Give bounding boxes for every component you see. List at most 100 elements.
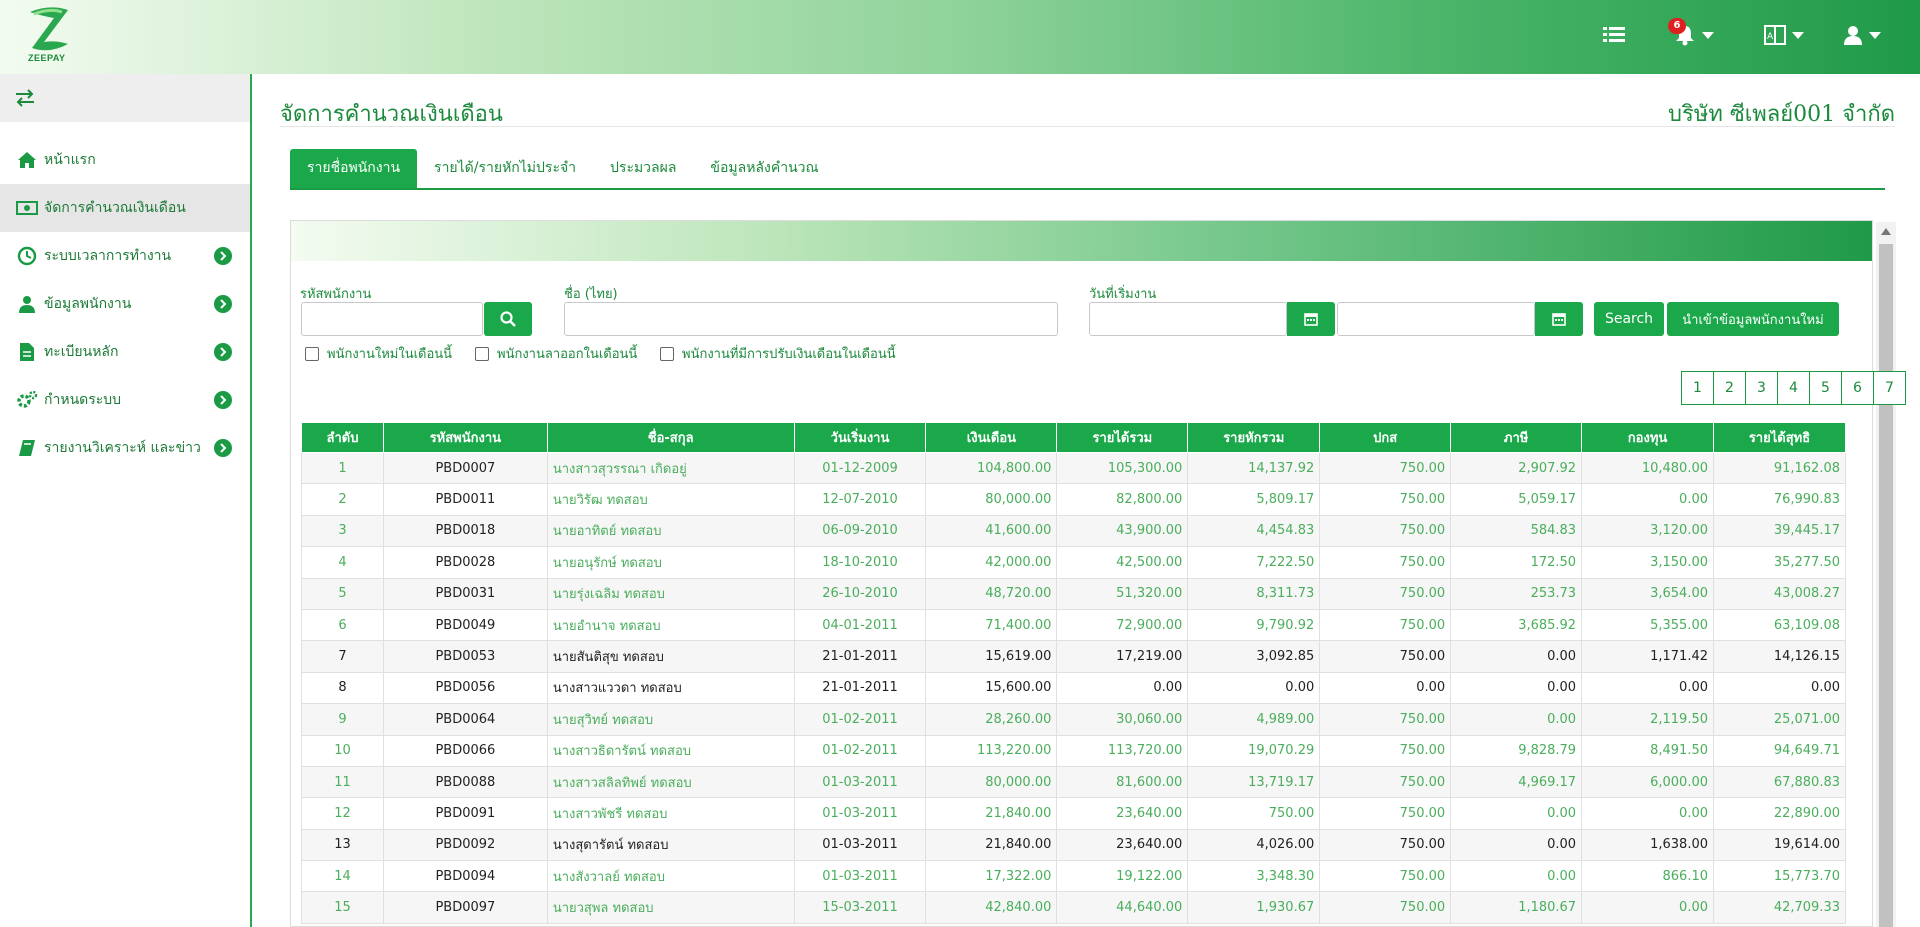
chevron-right-icon	[214, 439, 232, 457]
column-header[interactable]: ชื่อ-สกุล	[546, 422, 795, 453]
salary-cell: 17,322.00	[925, 860, 1058, 893]
employee-code-cell: PBD0031	[382, 577, 548, 610]
page-button[interactable]: 5	[1809, 371, 1842, 405]
employee-name-cell[interactable]: นายอำนาจ ทดสอบ	[546, 608, 795, 642]
salary-cell: 113,220.00	[925, 734, 1058, 767]
column-header[interactable]: รายได้รวม	[1056, 422, 1189, 453]
table-row[interactable]: 4 PBD0028 นายอนุรักษ์ ทดสอบ 18-10-2010 42,00…	[301, 546, 1846, 579]
checkbox-box[interactable]	[475, 346, 489, 361]
resigned-employees-checkbox[interactable]: พนักงานลาออกในเดือนนี้	[475, 343, 637, 364]
name-input[interactable]	[564, 302, 1058, 336]
tab-employee-list[interactable]: รายชื่อพนักงาน	[290, 149, 418, 188]
table-row[interactable]: 14 PBD0094 นางสังวาลย์ ทดสอบ 01-03-2011 17,3…	[301, 860, 1846, 893]
employee-name-cell[interactable]: นายวิรัฒ ทดสอบ	[546, 483, 795, 516]
table-row[interactable]: 3 PBD0018 นายอาทิตย์ ทดสอบ 06-09-2010 41,600…	[301, 514, 1846, 548]
sidebar-item-payroll[interactable]: จัดการคำนวณเงินเดือน	[0, 184, 250, 232]
page-button[interactable]: 1	[1681, 371, 1714, 405]
column-header[interactable]: รหัสพนักงาน	[382, 422, 548, 453]
checkbox-box[interactable]	[660, 346, 674, 361]
sidebar-item-time-system[interactable]: ระบบเวลาการทำงาน	[0, 232, 250, 280]
new-employees-checkbox[interactable]: พนักงานใหม่ในเดือนนี้	[305, 343, 452, 364]
date-to-input[interactable]	[1337, 302, 1535, 336]
employee-name-cell[interactable]: นางสุดารัตน์ ทดสอบ	[546, 828, 795, 862]
vertical-scrollbar[interactable]	[1876, 222, 1896, 927]
table-row[interactable]: 5 PBD0031 นายรุ่งเฉลิม ทดสอบ 26-10-2010 48,7…	[301, 577, 1846, 610]
sidebar-item-label: ข้อมูลพนักงาน	[44, 296, 132, 312]
employee-name-cell[interactable]: นายสันติสุข ทดสอบ	[546, 640, 795, 673]
table-row[interactable]: 13 PBD0092 นางสุดารัตน์ ทดสอบ 01-03-2011 21,…	[301, 828, 1846, 862]
sidebar-item-home[interactable]: หน้าแรก	[0, 136, 250, 184]
total-deduction-cell: 0.00	[1187, 671, 1321, 705]
table-row[interactable]: 9 PBD0064 นายสุวิทย์ ทดสอบ 01-02-2011 28,260…	[301, 703, 1846, 736]
employee-name-cell[interactable]: นางสังวาลย์ ทดสอบ	[546, 860, 795, 893]
sidebar-item-reports[interactable]: รายงานวิเคราะห์ และข่าว	[0, 424, 250, 472]
tab-process[interactable]: ประมวลผล	[593, 149, 693, 188]
tab-post-calculation[interactable]: ข้อมูลหลังคำนวณ	[693, 149, 835, 188]
sidebar-item-employee-info[interactable]: ข้อมูลพนักงาน	[0, 280, 250, 328]
table-row[interactable]: 2 PBD0011 นายวิรัฒ ทดสอบ 12-07-2010 80,000.0…	[301, 483, 1846, 516]
import-new-employees-button[interactable]: นำเข้าข้อมูลพนักงานใหม่	[1667, 302, 1839, 336]
checkbox-label: พนักงานที่มีการปรับเงินเดือนในเดือนนี้	[682, 347, 896, 362]
date-from-input[interactable]	[1089, 302, 1287, 336]
date-from-picker-button[interactable]	[1287, 302, 1335, 336]
employee-name-cell[interactable]: นางสาวสุวรรณา เกิดอยู่	[546, 451, 795, 485]
column-header[interactable]: ลำดับ	[301, 422, 384, 453]
table-row[interactable]: 1 PBD0007 นางสาวสุวรรณา เกิดอยู่ 01-12-2009…	[301, 451, 1846, 485]
column-header[interactable]: รายหักรวม	[1187, 422, 1321, 453]
employee-name-cell[interactable]: นายอาทิตย์ ทดสอบ	[546, 514, 795, 548]
page-button[interactable]: 4	[1777, 371, 1810, 405]
emp-code-search-button[interactable]	[484, 302, 532, 336]
table-row[interactable]: 7 PBD0053 นายสันติสุข ทดสอบ 21-01-2011 15,61…	[301, 640, 1846, 673]
search-button[interactable]: Search	[1594, 302, 1664, 336]
table-row[interactable]: 11 PBD0088 นางสาวสลิลทิพย์ ทดสอบ 01-03-2011…	[301, 765, 1846, 799]
social-security-cell: 750.00	[1319, 577, 1452, 610]
page-button[interactable]: 2	[1713, 371, 1746, 405]
page-button[interactable]: 3	[1745, 371, 1778, 405]
column-header[interactable]: ภาษี	[1450, 422, 1583, 453]
notifications-button[interactable]: 6	[1668, 18, 1714, 48]
start-date-cell: 01-03-2011	[793, 828, 927, 862]
sidebar-toggle[interactable]	[0, 74, 250, 122]
row-number-cell: 4	[301, 546, 384, 579]
list-menu-button[interactable]	[1603, 22, 1625, 48]
table-row[interactable]: 12 PBD0091 นางสาวพัชรี ทดสอบ 01-03-2011 21,8…	[301, 797, 1846, 830]
page-button[interactable]: 7	[1873, 371, 1906, 405]
sidebar-item-master-registry[interactable]: ทะเบียนหลัก	[0, 328, 250, 376]
salary-cell: 71,400.00	[925, 608, 1058, 642]
employee-name-cell[interactable]: นายรุ่งเฉลิม ทดสอบ	[546, 577, 795, 610]
scroll-up-icon[interactable]	[1881, 228, 1891, 235]
employee-name-cell[interactable]: นายสุวิทย์ ทดสอบ	[546, 703, 795, 736]
checkbox-label: พนักงานใหม่ในเดือนนี้	[327, 347, 453, 362]
scroll-thumb[interactable]	[1879, 244, 1893, 927]
table-row[interactable]: 8 PBD0056 นางสาวแววดา ทดสอบ 21-01-2011 15,60…	[301, 671, 1846, 705]
column-header[interactable]: ปกส	[1319, 422, 1452, 453]
salary-adjusted-checkbox[interactable]: พนักงานที่มีการปรับเงินเดือนในเดือนนี้	[660, 343, 896, 364]
start-date-cell: 12-07-2010	[793, 483, 927, 516]
employee-name-cell[interactable]: นางสาวสลิลทิพย์ ทดสอบ	[546, 765, 795, 799]
page-button[interactable]: 6	[1841, 371, 1874, 405]
column-header[interactable]: เงินเดือน	[925, 422, 1058, 453]
net-income-cell: 42,709.33	[1713, 891, 1846, 924]
user-menu-button[interactable]	[1843, 22, 1881, 48]
table-row[interactable]: 15 PBD0097 นายวสุพล ทดสอบ 15-03-2011 42,840.…	[301, 891, 1846, 924]
provident-fund-cell: 3,654.00	[1581, 577, 1714, 610]
column-header[interactable]: วันเริ่มงาน	[793, 422, 927, 453]
column-header[interactable]: กองทุน	[1581, 422, 1714, 453]
row-number-cell: 3	[301, 514, 384, 548]
tab-irregular-income-deduction[interactable]: รายได้/รายหักไม่ประจำ	[417, 149, 593, 188]
employee-name-cell[interactable]: นางสาวแววดา ทดสอบ	[546, 671, 795, 705]
language-button[interactable]: A	[1764, 22, 1804, 48]
calendar-icon	[1304, 313, 1318, 326]
employee-name-cell[interactable]: นางสาวธิดารัตน์ ทดสอบ	[546, 734, 795, 767]
table-row[interactable]: 6 PBD0049 นายอำนาจ ทดสอบ 04-01-2011 71,400.0…	[301, 608, 1846, 642]
table-row[interactable]: 10 PBD0066 นางสาวธิดารัตน์ ทดสอบ 01-02-2011…	[301, 734, 1846, 767]
column-header[interactable]: รายได้สุทธิ	[1713, 422, 1846, 453]
checkbox-box[interactable]	[305, 346, 319, 361]
employee-name-cell[interactable]: นางสาวพัชรี ทดสอบ	[546, 797, 795, 830]
emp-code-input[interactable]	[301, 302, 483, 336]
row-number-cell: 2	[301, 483, 384, 516]
sidebar-item-system-settings[interactable]: กำหนดระบบ	[0, 376, 250, 424]
date-to-picker-button[interactable]	[1535, 302, 1583, 336]
employee-name-cell[interactable]: นายอนุรักษ์ ทดสอบ	[546, 546, 795, 579]
employee-name-cell[interactable]: นายวสุพล ทดสอบ	[546, 891, 795, 924]
